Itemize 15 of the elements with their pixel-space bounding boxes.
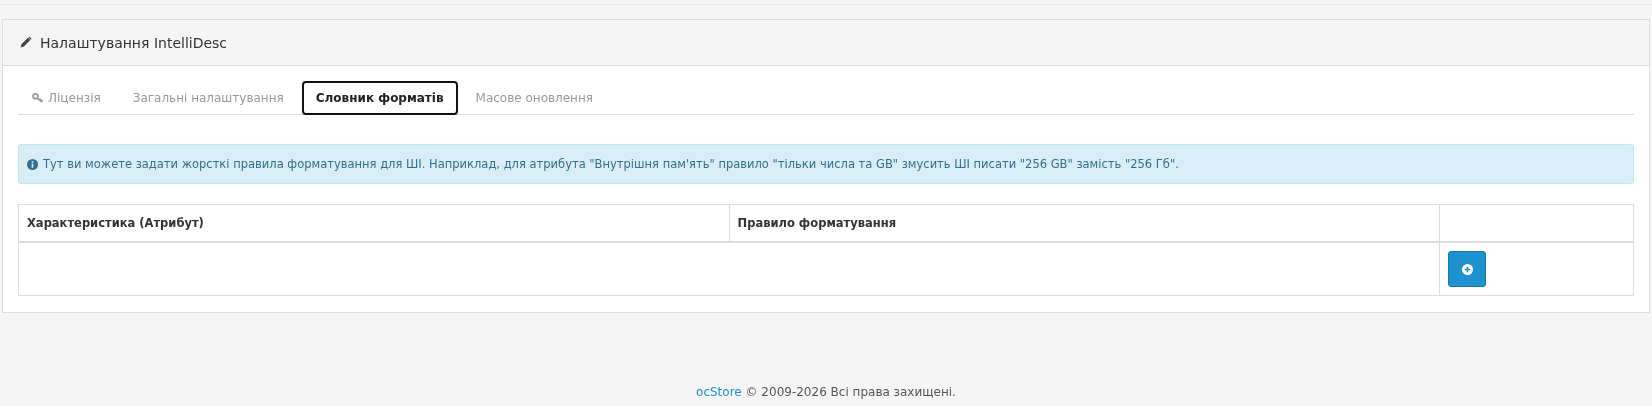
tab[interactable]: Масове оновлення bbox=[461, 81, 607, 115]
tab[interactable]: Загальні налаштування bbox=[118, 81, 298, 115]
plus-circle-icon bbox=[1461, 263, 1473, 275]
key-icon bbox=[32, 93, 44, 103]
footer-link[interactable]: ocStore bbox=[696, 385, 742, 399]
info-icon bbox=[27, 158, 38, 170]
panel-title: Налаштування IntelliDesc bbox=[40, 34, 228, 51]
column-header: Правило форматування bbox=[729, 204, 1440, 242]
tab[interactable]: Ліцензія bbox=[18, 81, 115, 115]
tab[interactable]: Словник форматів bbox=[301, 81, 458, 115]
column-header: Характеристика (Атрибут) bbox=[18, 204, 730, 242]
alert-text: Тут ви можете задати жорсткі правила форматування для ШІ. Наприклад, для атрибута "Внутрішня пам'ять" правило "тільки числа та GB" змусить ШІ писати "256 GB" замість "256 Гб". bbox=[43, 157, 1179, 171]
pencil-icon bbox=[19, 36, 32, 49]
copyright-text: © 2009-2026 Всі права захищені. bbox=[745, 385, 956, 399]
add-button[interactable] bbox=[1448, 251, 1487, 287]
